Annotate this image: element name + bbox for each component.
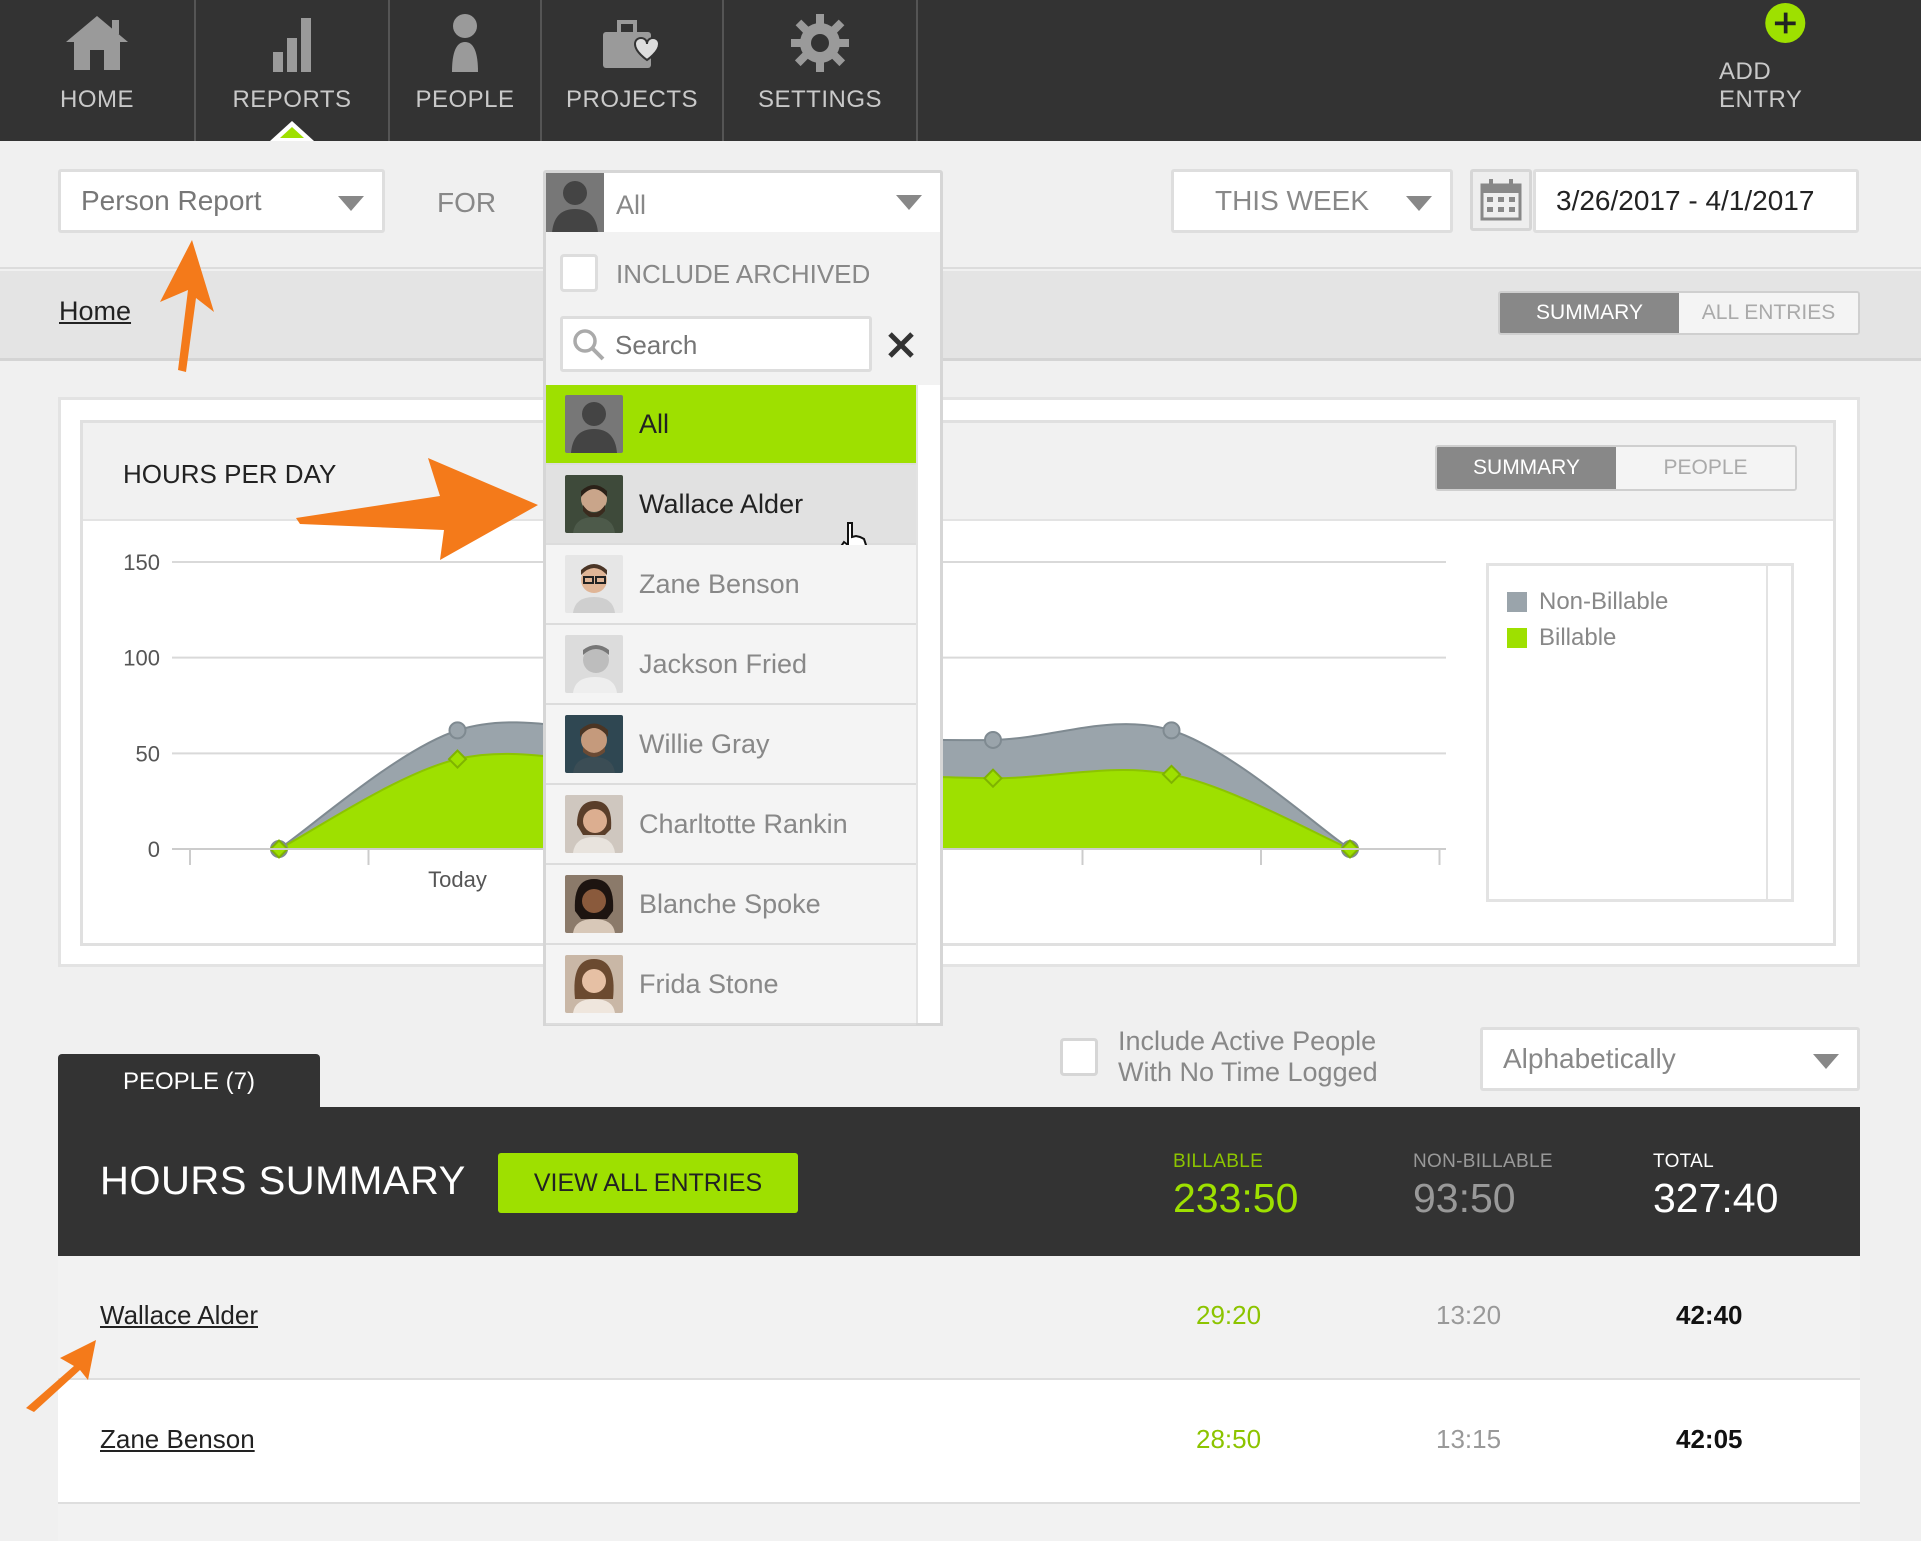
person-photo [573, 645, 617, 693]
person-photo [573, 564, 615, 613]
include-active-label: Include Active People With No Time Logge… [1118, 1026, 1378, 1087]
data-point [1162, 721, 1181, 740]
avatar [565, 955, 623, 1013]
avatar [565, 555, 623, 613]
dropdown-item-person[interactable]: Jackson Fried [546, 625, 916, 705]
table-row [58, 1504, 1860, 1541]
row-non-billable: 13:15 [1436, 1424, 1502, 1454]
person-silhouette-icon [552, 181, 598, 233]
avatar [565, 475, 623, 533]
dropdown-search-field[interactable] [560, 316, 872, 372]
hours-summary-bar: HOURS SUMMARY VIEW ALL ENTRIES BILLABLE … [58, 1107, 1860, 1256]
legend-non-billable: Non-Billable [1507, 588, 1791, 616]
table-row: Zane Benson 28:50 13:15 42:05 [58, 1380, 1860, 1504]
person-silhouette-icon [571, 402, 617, 453]
legend-billable: Billable [1507, 624, 1791, 652]
data-point [984, 730, 1002, 749]
row-non-billable: 13:20 [1436, 1300, 1502, 1330]
avatar [565, 795, 623, 853]
dropdown-item-person[interactable]: Wallace Alder [546, 465, 916, 556]
person-photo [573, 485, 615, 533]
data-point [448, 721, 467, 740]
dropdown-item-person[interactable]: Frida Stone [546, 945, 916, 1025]
row-total: 42:40 [1676, 1300, 1743, 1330]
chevron-down-icon [1813, 1054, 1839, 1069]
close-icon[interactable] [886, 330, 916, 360]
person-link[interactable]: Wallace Alder [100, 1300, 258, 1331]
include-active-checkbox[interactable] [1060, 1038, 1098, 1076]
view-all-entries-button[interactable]: VIEW ALL ENTRIES [498, 1153, 798, 1213]
non-billable-total: NON-BILLABLE 93:50 [1413, 1151, 1553, 1221]
person-photo [573, 959, 615, 1013]
dropdown-item-all[interactable]: All [546, 385, 916, 465]
legend-scrollbar[interactable] [1766, 566, 1768, 899]
sort-select[interactable]: Alphabetically [1480, 1027, 1860, 1091]
legend-swatch-non-billable [1507, 592, 1527, 612]
person-dropdown: INCLUDE ARCHIVED All Wallace Alder Za [543, 232, 943, 1026]
person-photo [573, 801, 615, 853]
x-tick-label: Today [428, 867, 487, 892]
avatar [565, 715, 623, 773]
row-total: 42:05 [1676, 1424, 1743, 1454]
y-tick-label: 0 [148, 837, 160, 862]
people-tab[interactable]: PEOPLE (7) [58, 1054, 320, 1110]
dropdown-item-person[interactable]: Zane Benson [546, 545, 916, 625]
legend-swatch-billable [1507, 628, 1527, 648]
person-photo [573, 879, 615, 933]
search-input[interactable] [615, 325, 865, 365]
y-tick-label: 150 [123, 550, 160, 575]
dropdown-item-person[interactable]: Blanche Spoke [546, 865, 916, 945]
row-billable: 28:50 [1196, 1424, 1262, 1454]
table-row: Wallace Alder 29:20 13:20 42:40 [58, 1256, 1860, 1380]
include-archived-checkbox[interactable] [560, 254, 598, 292]
generic-avatar [546, 173, 604, 233]
grand-total: TOTAL 327:40 [1653, 1151, 1779, 1221]
dropdown-item-person[interactable]: Willie Gray [546, 705, 916, 785]
dropdown-item-person[interactable]: Charltotte Rankin [546, 785, 916, 865]
row-billable: 29:20 [1196, 1300, 1262, 1330]
billable-total: BILLABLE 233:50 [1173, 1151, 1299, 1221]
person-select[interactable]: All [543, 170, 943, 236]
include-archived-label: INCLUDE ARCHIVED [616, 259, 871, 289]
search-icon [573, 329, 605, 361]
chart-legend: Non-Billable Billable [1486, 563, 1794, 902]
y-tick-label: 100 [123, 646, 160, 671]
avatar [565, 635, 623, 693]
dropdown-scrollbar[interactable] [916, 385, 940, 1023]
person-photo [573, 723, 615, 773]
hours-summary-title: HOURS SUMMARY [100, 1159, 466, 1203]
generic-avatar [565, 395, 623, 453]
y-tick-label: 50 [136, 741, 160, 766]
chevron-down-icon [896, 195, 922, 210]
person-link[interactable]: Zane Benson [100, 1424, 255, 1455]
avatar [565, 875, 623, 933]
